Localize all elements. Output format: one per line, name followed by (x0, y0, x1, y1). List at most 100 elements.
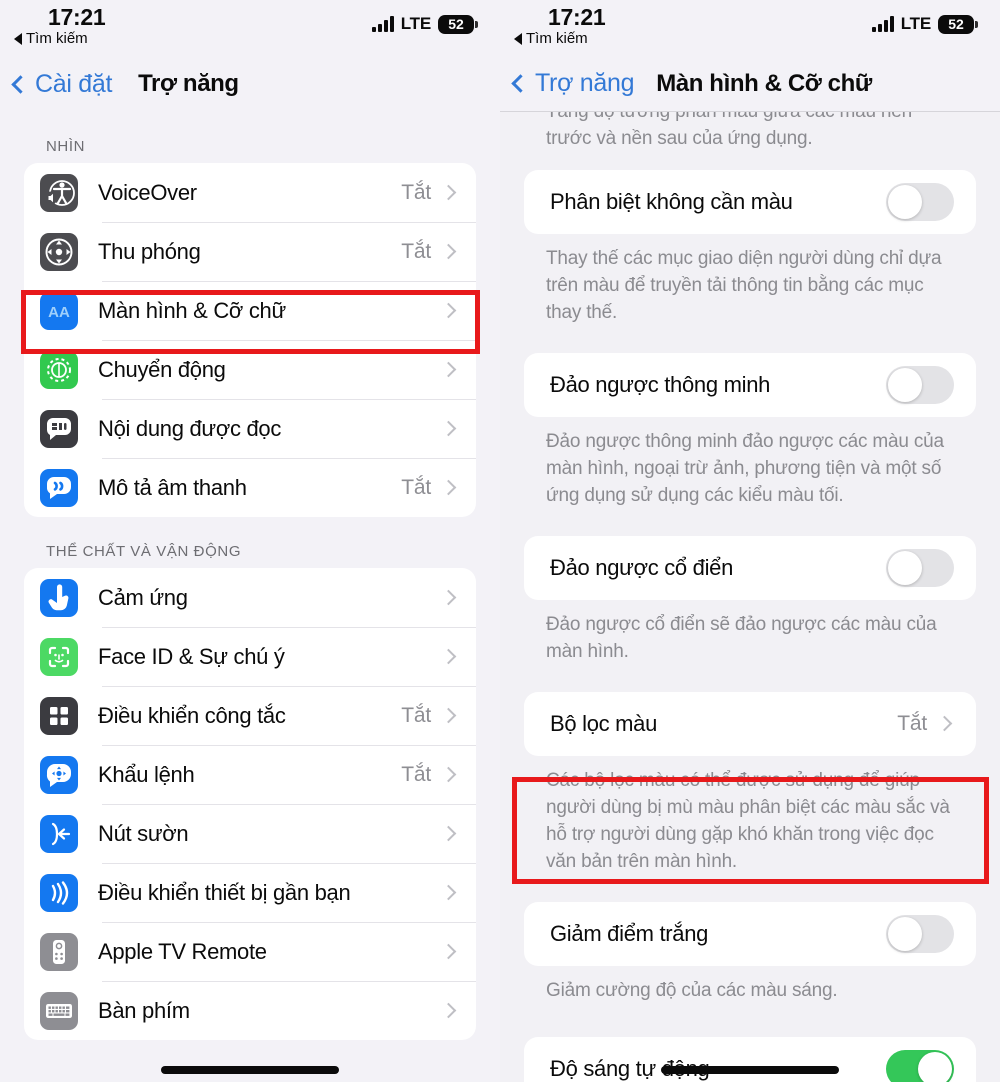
sidebar-item-label: Điều khiển công tắc (98, 702, 286, 728)
nav-bar-left: Cài đặt Trợ năng (0, 56, 500, 112)
switch-control-icon (40, 696, 78, 735)
status-bar-back-to-search[interactable]: Tìm kiếm (14, 30, 88, 47)
face-id-icon (40, 637, 78, 676)
toggle-knob (888, 550, 922, 585)
setting-value: Tắt (897, 711, 927, 735)
nav-back-label: Trợ năng (535, 69, 635, 97)
sidebar-item-nearby-device-control[interactable]: Điều khiển thiết bị gần bạn (24, 863, 476, 922)
sidebar-item-label: Chuyển động (98, 356, 226, 382)
status-bar-indicators: LTE 52 (371, 14, 478, 34)
zoom-icon (40, 232, 78, 271)
nav-bar-right: Trợ năng Màn hình & Cỡ chữ (500, 56, 1000, 112)
nav-back-label: Cài đặt (35, 69, 113, 98)
setting-label: Giảm điểm trắng (550, 920, 709, 946)
battery-nub-icon (475, 20, 478, 28)
sidebar-item-label: Nội dung được đọc (98, 415, 282, 441)
toggle-classic-invert[interactable] (886, 548, 954, 587)
right-settings-list: Tăng độ tương phản màu giữa các màu nền … (500, 112, 1000, 1082)
sidebar-item-touch[interactable]: Cảm ứng (24, 568, 476, 627)
setting-label: Đảo ngược thông minh (550, 371, 771, 397)
toggle-knob (888, 185, 922, 219)
sidebar-item-value: Tắt (401, 239, 431, 263)
sidebar-item-value: Tắt (401, 703, 431, 727)
cellular-signal-icon (871, 16, 894, 32)
sidebar-item-label: Apple TV Remote (98, 938, 267, 964)
carrier-label: LTE (400, 14, 431, 33)
status-bar-indicators: LTE 52 (871, 14, 978, 34)
setting-row-smart-invert[interactable]: Đảo ngược thông minh (524, 352, 976, 417)
sidebar-item-voice-control[interactable]: Khẩu lệnh Tắt (24, 745, 476, 804)
setting-row-reduce-white-point[interactable]: Giảm điểm trắng (524, 901, 976, 966)
toggle-auto-brightness[interactable] (886, 1049, 954, 1082)
sidebar-item-label: Face ID & Sự chú ý (98, 643, 285, 669)
sidebar-item-voiceover[interactable]: VoiceOver Tắt (24, 163, 476, 222)
physical-motor-settings-card: Cảm ứng Face ID & Sự chú ý Điều khiển cô… (24, 568, 476, 1040)
toggle-smart-invert[interactable] (886, 365, 954, 404)
chevron-right-icon (440, 943, 457, 960)
clipped-footnote-text: Tăng độ tương phản màu giữa các màu nền … (546, 112, 912, 149)
chevron-right-icon (936, 715, 953, 732)
chevron-right-icon (440, 184, 457, 201)
sidebar-item-label: Thu phóng (98, 238, 201, 264)
back-triangle-icon (14, 32, 22, 45)
sidebar-item-label: Cảm ứng (98, 584, 188, 610)
sidebar-item-zoom[interactable]: Thu phóng Tắt (24, 222, 476, 281)
chevron-right-icon (440, 648, 457, 665)
sidebar-item-spoken-content[interactable]: Nội dung được đọc (24, 399, 476, 458)
sidebar-item-value: Tắt (401, 475, 431, 499)
footnote-classic-invert: Đảo ngược cổ điển sẽ đảo ngược các màu c… (546, 613, 937, 662)
status-bar-back-to-search[interactable]: Tìm kiếm (514, 30, 588, 47)
section-header-vision: NHÌN (46, 138, 86, 155)
chevron-right-icon (440, 884, 457, 901)
status-bar-time: 17:21 (548, 4, 606, 30)
setting-label: Phân biệt không cần màu (550, 189, 793, 214)
spoken-content-icon (40, 409, 78, 448)
setting-row-color-filters[interactable]: Bộ lọc màu Tắt (524, 691, 976, 756)
toggle-differentiate-without-color[interactable] (886, 183, 954, 221)
vision-settings-card: VoiceOver Tắt Thu phóng Tắt AA Màn hình … (24, 163, 476, 517)
sidebar-item-display-and-text-size[interactable]: AA Màn hình & Cỡ chữ (24, 281, 476, 340)
sidebar-item-switch-control[interactable]: Điều khiển công tắc Tắt (24, 686, 476, 745)
chevron-right-icon (440, 302, 457, 319)
chevron-right-icon (440, 420, 457, 437)
sidebar-item-audio-descriptions[interactable]: Mô tả âm thanh Tắt (24, 458, 476, 517)
setting-row-differentiate-without-color[interactable]: Phân biệt không cần màu (524, 170, 976, 234)
side-button-icon (40, 814, 78, 853)
keyboard-icon (40, 991, 78, 1030)
cellular-signal-icon (371, 16, 394, 32)
toggle-reduce-white-point[interactable] (886, 914, 954, 953)
battery-nub-icon (975, 20, 978, 28)
home-indicator-right (661, 1066, 839, 1074)
back-triangle-icon (514, 32, 522, 45)
chevron-right-icon (440, 825, 457, 842)
sidebar-item-value: Tắt (401, 762, 431, 786)
svg-text:AA: AA (48, 304, 70, 321)
setting-row-auto-brightness[interactable]: Độ sáng tự động (524, 1036, 976, 1082)
apple-tv-remote-icon (40, 932, 78, 971)
chevron-right-icon (440, 243, 457, 260)
footnote-color-filters: Các bộ lọc màu có thể được sử dụng để gi… (546, 769, 950, 872)
toggle-knob (888, 367, 922, 402)
sidebar-item-face-id-and-attention[interactable]: Face ID & Sự chú ý (24, 627, 476, 686)
carrier-label: LTE (900, 14, 931, 33)
nav-back-button-accessibility[interactable]: Trợ năng (511, 69, 635, 98)
motion-icon (40, 350, 78, 389)
chevron-right-icon (440, 707, 457, 724)
sidebar-item-keyboard[interactable]: Bàn phím (24, 981, 476, 1040)
sidebar-item-side-button[interactable]: Nút sườn (24, 804, 476, 863)
sidebar-item-label: Màn hình & Cỡ chữ (98, 297, 286, 323)
toggle-knob (918, 1051, 952, 1082)
battery-indicator: 52 (938, 14, 978, 34)
sidebar-item-label: Bàn phím (98, 997, 190, 1023)
status-bar-back-label: Tìm kiếm (526, 30, 588, 47)
chevron-right-icon (440, 479, 457, 496)
setting-row-classic-invert[interactable]: Đảo ngược cổ điển (524, 535, 976, 600)
nav-back-button-settings[interactable]: Cài đặt (11, 69, 113, 99)
sidebar-item-label: Điều khiển thiết bị gần bạn (98, 879, 351, 905)
page-title-left: Trợ năng (138, 70, 239, 97)
sidebar-item-label: Khẩu lệnh (98, 761, 195, 787)
sidebar-item-apple-tv-remote[interactable]: Apple TV Remote (24, 922, 476, 981)
audio-descriptions-icon (40, 468, 78, 507)
sidebar-item-motion[interactable]: Chuyển động (24, 340, 476, 399)
dual-screenshot-container: 17:21 Tìm kiếm LTE 52 Cài đặt Trợ năng N… (0, 0, 1000, 1082)
